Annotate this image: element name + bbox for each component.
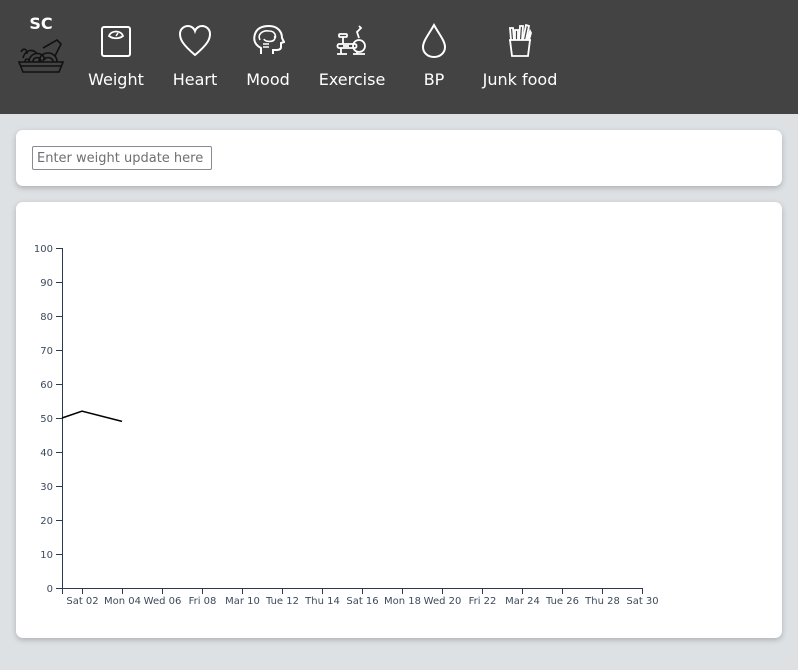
weight-chart-card: 0 10 20 30 40 50 60 70 80 90 100 Sat 02 Mon 04 Wed 0… bbox=[16, 202, 782, 638]
french-fries-icon bbox=[509, 23, 532, 57]
nav-junk-food[interactable]: Junk food bbox=[482, 22, 558, 89]
y-tick-label: 50 bbox=[40, 414, 53, 425]
y-tick-label: 30 bbox=[40, 482, 53, 493]
series-line-weight bbox=[61, 410, 123, 423]
noodle-bowl-icon bbox=[17, 39, 65, 73]
x-tick-label: Mar 24 bbox=[505, 596, 540, 607]
nav-junk-food-label: Junk food bbox=[482, 70, 558, 89]
x-tick-label: Fri 08 bbox=[189, 596, 217, 607]
y-tick-label: 10 bbox=[40, 550, 53, 561]
x-tick-label: Tue 26 bbox=[545, 596, 579, 607]
y-tick-label: 20 bbox=[40, 516, 53, 527]
x-tick-label: Wed 20 bbox=[424, 596, 462, 607]
weight-entry-card bbox=[16, 130, 782, 186]
x-tick-label: Mon 04 bbox=[104, 596, 141, 607]
x-tick-label: Sat 16 bbox=[346, 596, 378, 607]
water-drop-icon bbox=[421, 22, 447, 59]
x-tick-label: Tue 12 bbox=[265, 596, 299, 607]
x-tick-label: Sat 30 bbox=[626, 596, 658, 607]
x-tick-label: Sat 02 bbox=[66, 596, 98, 607]
y-tick-label: 80 bbox=[40, 312, 53, 323]
brand-text: SC bbox=[29, 14, 53, 33]
nav-heart-label: Heart bbox=[172, 70, 218, 89]
y-tick-label: 0 bbox=[47, 584, 53, 595]
exercise-bike-icon bbox=[336, 25, 366, 55]
y-tick-label: 90 bbox=[40, 278, 53, 289]
series-layer bbox=[61, 410, 123, 423]
y-axis: 0 10 20 30 40 50 60 70 80 90 100 bbox=[34, 244, 63, 595]
x-tick-label: Wed 06 bbox=[144, 596, 182, 607]
nav-heart[interactable]: Heart bbox=[172, 22, 218, 89]
head-brain-icon bbox=[253, 24, 285, 54]
y-tick-label: 40 bbox=[40, 448, 53, 459]
nav-mood[interactable]: Mood bbox=[245, 22, 291, 89]
weighing-scale-icon bbox=[101, 26, 131, 57]
x-tick-label: Mon 18 bbox=[384, 596, 421, 607]
nav-exercise[interactable]: Exercise bbox=[318, 22, 386, 89]
weight-line-chart: 0 10 20 30 40 50 60 70 80 90 100 Sat 02 Mon 04 Wed 0… bbox=[34, 244, 659, 607]
nav-weight-label: Weight bbox=[88, 70, 144, 89]
nav-exercise-label: Exercise bbox=[318, 70, 386, 89]
x-tick-label: Mar 10 bbox=[225, 596, 260, 607]
x-tick-label: Thu 28 bbox=[584, 596, 620, 607]
y-tick-label: 100 bbox=[34, 244, 53, 255]
heart-icon bbox=[178, 24, 212, 57]
top-navigation-bar: SC Weight Heart Mood Exercise BP Junk fo… bbox=[0, 0, 798, 114]
weight-update-input[interactable] bbox=[32, 146, 212, 170]
nav-bp[interactable]: BP bbox=[414, 22, 454, 89]
x-tick-label: Thu 14 bbox=[304, 596, 340, 607]
y-tick-label: 60 bbox=[40, 380, 53, 391]
nav-mood-label: Mood bbox=[246, 70, 290, 89]
y-tick-label: 70 bbox=[40, 346, 53, 357]
nav-weight[interactable]: Weight bbox=[88, 22, 144, 89]
brand-logo[interactable]: SC bbox=[17, 14, 65, 76]
x-tick-label: Fri 22 bbox=[469, 596, 497, 607]
nav-bp-label: BP bbox=[423, 70, 445, 89]
x-axis: Sat 02 Mon 04 Wed 06 Fri 08 Mar 10 Tue 12 Thu … bbox=[62, 588, 659, 607]
